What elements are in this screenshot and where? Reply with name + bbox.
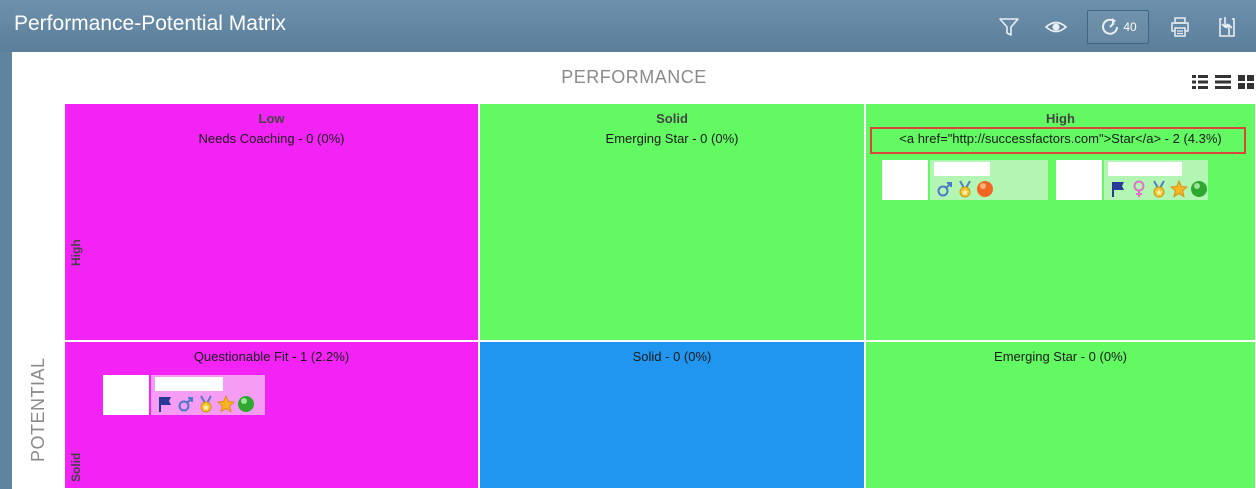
- eye-icon: [1044, 21, 1068, 33]
- list-detail-view-button[interactable]: [1192, 74, 1208, 90]
- page-title: Performance-Potential Matrix: [14, 12, 286, 35]
- view-switcher: [1192, 74, 1254, 90]
- employee-card[interactable]: [882, 160, 1048, 200]
- title-bar: Performance-Potential Matrix 40: [0, 0, 1256, 52]
- cell-solid-solid[interactable]: Solid - 0 (0%): [479, 341, 865, 489]
- cell-solid-low[interactable]: Questionable Fit - 1 (2.2%) Solid: [64, 341, 479, 489]
- column-header-solid: Solid: [656, 111, 688, 126]
- column-header-high: High: [1046, 111, 1075, 126]
- employee-icons: [157, 394, 255, 413]
- orange-circle-icon: [976, 180, 994, 198]
- male-icon: [177, 395, 195, 413]
- green-circle-icon: [1190, 180, 1208, 198]
- list-icon: [1215, 75, 1231, 89]
- cell-title-star[interactable]: <a href="http://successfactors.com">Star…: [866, 131, 1255, 146]
- performance-axis-label: PERFORMANCE: [561, 67, 707, 87]
- row-label-solid: Solid: [69, 452, 83, 482]
- star-icon: [1169, 179, 1189, 198]
- column-header-low: Low: [258, 111, 285, 126]
- cell-title: Solid - 0 (0%): [632, 349, 712, 364]
- employee-name-redacted: [155, 377, 223, 391]
- matrix-panel: PERFORMANCE POTENTIAL Low Needs Coaching…: [12, 52, 1256, 489]
- employee-name-redacted: [1108, 162, 1182, 176]
- grid-view-button[interactable]: [1238, 74, 1254, 90]
- employee-card[interactable]: [1056, 160, 1222, 200]
- refresh-button[interactable]: 40: [1087, 10, 1149, 44]
- employee-info: [930, 160, 1048, 200]
- list-view-button[interactable]: [1215, 74, 1231, 90]
- view-button[interactable]: [1039, 10, 1073, 44]
- matrix-grid: Low Needs Coaching - 0 (0%) High Solid E…: [64, 103, 1256, 489]
- employee-card[interactable]: [103, 375, 303, 415]
- flag-icon: [1110, 180, 1128, 198]
- cell-high-high[interactable]: High <a href="http://successfactors.com"…: [865, 103, 1256, 341]
- export-icon: [1219, 17, 1235, 37]
- green-circle-icon: [237, 395, 255, 413]
- potential-axis-label: POTENTIAL: [28, 357, 48, 462]
- medal-icon: [1150, 180, 1168, 198]
- print-button[interactable]: [1163, 10, 1197, 44]
- cell-title: Emerging Star - 0 (0%): [605, 131, 739, 146]
- female-icon: [1130, 180, 1148, 198]
- cell-high-low[interactable]: Low Needs Coaching - 0 (0%) High: [64, 103, 479, 341]
- employee-photo: [1056, 160, 1102, 200]
- cell-solid-high[interactable]: Emerging Star - 0 (0%): [865, 341, 1256, 489]
- refresh-icon: [1102, 18, 1119, 35]
- employee-info: [151, 375, 265, 415]
- cell-title: Needs Coaching - 0 (0%): [198, 131, 345, 146]
- flag-icon: [157, 395, 175, 413]
- employee-icons: [936, 180, 994, 198]
- medal-icon: [197, 395, 215, 413]
- star-icon: [216, 394, 236, 413]
- grid-icon: [1238, 75, 1254, 89]
- employee-photo: [882, 160, 928, 200]
- employee-icons: [1110, 179, 1208, 198]
- row-label-high: High: [69, 239, 83, 266]
- employee-info: [1104, 160, 1208, 200]
- refresh-count: 40: [1123, 20, 1137, 34]
- employee-name-redacted: [934, 162, 990, 176]
- export-button[interactable]: [1210, 10, 1244, 44]
- filter-button[interactable]: [992, 10, 1026, 44]
- print-icon: [1171, 17, 1189, 37]
- cell-high-solid[interactable]: Solid Emerging Star - 0 (0%): [479, 103, 865, 341]
- list-detail-icon: [1192, 75, 1208, 89]
- medal-icon: [956, 180, 974, 198]
- cell-title: Questionable Fit - 1 (2.2%): [193, 349, 350, 364]
- employee-photo: [103, 375, 149, 415]
- cell-title: Emerging Star - 0 (0%): [994, 349, 1127, 364]
- filter-icon: [999, 18, 1019, 36]
- male-icon: [936, 180, 954, 198]
